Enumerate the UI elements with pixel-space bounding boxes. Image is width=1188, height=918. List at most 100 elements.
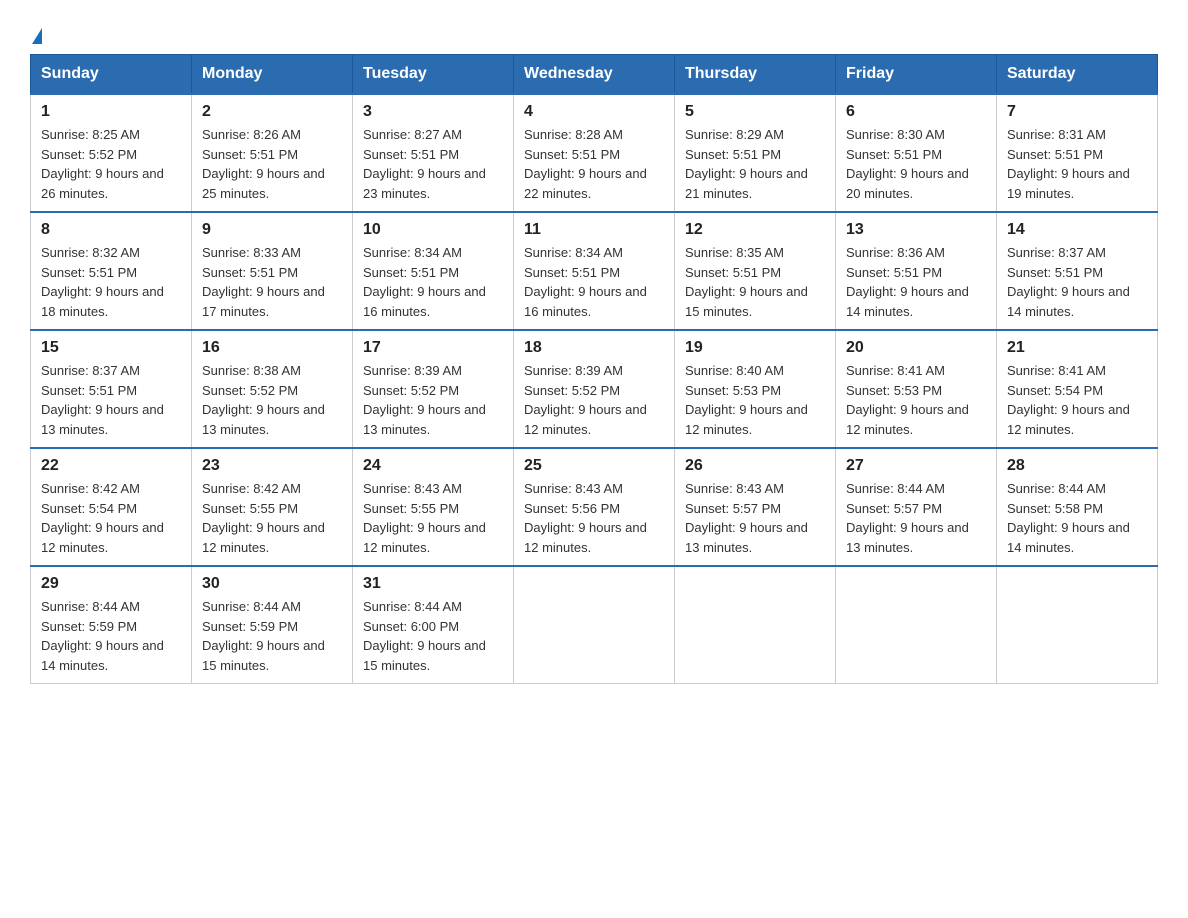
day-number: 9 (202, 221, 342, 239)
day-info: Sunrise: 8:43 AMSunset: 5:57 PMDaylight:… (685, 479, 825, 557)
calendar-cell: 8 Sunrise: 8:32 AMSunset: 5:51 PMDaylight… (31, 212, 192, 330)
day-number: 13 (846, 221, 986, 239)
day-info: Sunrise: 8:37 AMSunset: 5:51 PMDaylight:… (41, 361, 181, 439)
day-number: 17 (363, 339, 503, 357)
day-info: Sunrise: 8:41 AMSunset: 5:53 PMDaylight:… (846, 361, 986, 439)
days-of-week-row: SundayMondayTuesdayWednesdayThursdayFrid… (31, 55, 1158, 95)
day-info: Sunrise: 8:30 AMSunset: 5:51 PMDaylight:… (846, 125, 986, 203)
day-info: Sunrise: 8:27 AMSunset: 5:51 PMDaylight:… (363, 125, 503, 203)
calendar-cell: 22Sunrise: 8:42 AMSunset: 5:54 PMDayligh… (31, 448, 192, 566)
day-number: 10 (363, 221, 503, 239)
day-info: Sunrise: 8:37 AMSunset: 5:51 PMDaylight:… (1007, 243, 1147, 321)
day-number: 28 (1007, 457, 1147, 475)
calendar-week-3: 15 Sunrise: 8:37 AMSunset: 5:51 PMDayligh… (31, 330, 1158, 448)
day-number: 29 (41, 575, 181, 593)
day-info: Sunrise: 8:25 AMSunset: 5:52 PMDaylight:… (41, 125, 181, 203)
logo (30, 20, 42, 44)
calendar-cell (997, 566, 1158, 684)
day-info: Sunrise: 8:33 AMSunset: 5:51 PMDaylight:… (202, 243, 342, 321)
calendar-cell: 25Sunrise: 8:43 AMSunset: 5:56 PMDayligh… (514, 448, 675, 566)
day-number: 31 (363, 575, 503, 593)
calendar-cell: 31 Sunrise: 8:44 AMSunset: 6:00 PMDayligh… (353, 566, 514, 684)
day-number: 16 (202, 339, 342, 357)
day-info: Sunrise: 8:44 AMSunset: 5:58 PMDaylight:… (1007, 479, 1147, 557)
day-number: 18 (524, 339, 664, 357)
calendar-cell: 30 Sunrise: 8:44 AMSunset: 5:59 PMDayligh… (192, 566, 353, 684)
day-number: 15 (41, 339, 181, 357)
day-header-sunday: Sunday (31, 55, 192, 95)
calendar-cell: 23 Sunrise: 8:42 AMSunset: 5:55 PMDayligh… (192, 448, 353, 566)
day-number: 30 (202, 575, 342, 593)
day-info: Sunrise: 8:44 AMSunset: 6:00 PMDaylight:… (363, 597, 503, 675)
calendar-cell: 1 Sunrise: 8:25 AMSunset: 5:52 PMDaylight… (31, 94, 192, 212)
calendar-cell: 10Sunrise: 8:34 AMSunset: 5:51 PMDayligh… (353, 212, 514, 330)
calendar-cell: 18 Sunrise: 8:39 AMSunset: 5:52 PMDayligh… (514, 330, 675, 448)
day-info: Sunrise: 8:35 AMSunset: 5:51 PMDaylight:… (685, 243, 825, 321)
day-info: Sunrise: 8:44 AMSunset: 5:59 PMDaylight:… (202, 597, 342, 675)
day-number: 3 (363, 103, 503, 121)
day-header-friday: Friday (836, 55, 997, 95)
calendar-week-4: 22Sunrise: 8:42 AMSunset: 5:54 PMDayligh… (31, 448, 1158, 566)
calendar-table: SundayMondayTuesdayWednesdayThursdayFrid… (30, 54, 1158, 684)
calendar-cell: 26 Sunrise: 8:43 AMSunset: 5:57 PMDayligh… (675, 448, 836, 566)
day-info: Sunrise: 8:32 AMSunset: 5:51 PMDaylight:… (41, 243, 181, 321)
calendar-cell: 3 Sunrise: 8:27 AMSunset: 5:51 PMDaylight… (353, 94, 514, 212)
calendar-cell: 15 Sunrise: 8:37 AMSunset: 5:51 PMDayligh… (31, 330, 192, 448)
day-info: Sunrise: 8:44 AMSunset: 5:59 PMDaylight:… (41, 597, 181, 675)
day-info: Sunrise: 8:26 AMSunset: 5:51 PMDaylight:… (202, 125, 342, 203)
page-header (30, 20, 1158, 44)
calendar-cell: 24Sunrise: 8:43 AMSunset: 5:55 PMDayligh… (353, 448, 514, 566)
calendar-cell: 13 Sunrise: 8:36 AMSunset: 5:51 PMDayligh… (836, 212, 997, 330)
day-info: Sunrise: 8:41 AMSunset: 5:54 PMDaylight:… (1007, 361, 1147, 439)
calendar-week-5: 29 Sunrise: 8:44 AMSunset: 5:59 PMDayligh… (31, 566, 1158, 684)
calendar-body: 1 Sunrise: 8:25 AMSunset: 5:52 PMDaylight… (31, 94, 1158, 684)
day-number: 7 (1007, 103, 1147, 121)
day-number: 8 (41, 221, 181, 239)
day-number: 27 (846, 457, 986, 475)
day-number: 25 (524, 457, 664, 475)
day-header-thursday: Thursday (675, 55, 836, 95)
calendar-cell: 12 Sunrise: 8:35 AMSunset: 5:51 PMDayligh… (675, 212, 836, 330)
calendar-header: SundayMondayTuesdayWednesdayThursdayFrid… (31, 55, 1158, 95)
day-info: Sunrise: 8:40 AMSunset: 5:53 PMDaylight:… (685, 361, 825, 439)
day-info: Sunrise: 8:39 AMSunset: 5:52 PMDaylight:… (524, 361, 664, 439)
calendar-cell: 2 Sunrise: 8:26 AMSunset: 5:51 PMDaylight… (192, 94, 353, 212)
calendar-cell: 28 Sunrise: 8:44 AMSunset: 5:58 PMDayligh… (997, 448, 1158, 566)
calendar-cell (836, 566, 997, 684)
day-info: Sunrise: 8:42 AMSunset: 5:55 PMDaylight:… (202, 479, 342, 557)
logo-triangle-icon (32, 28, 42, 44)
calendar-cell: 21Sunrise: 8:41 AMSunset: 5:54 PMDayligh… (997, 330, 1158, 448)
day-number: 2 (202, 103, 342, 121)
calendar-cell: 5 Sunrise: 8:29 AMSunset: 5:51 PMDaylight… (675, 94, 836, 212)
calendar-week-1: 1 Sunrise: 8:25 AMSunset: 5:52 PMDaylight… (31, 94, 1158, 212)
day-info: Sunrise: 8:43 AMSunset: 5:55 PMDaylight:… (363, 479, 503, 557)
calendar-cell: 27Sunrise: 8:44 AMSunset: 5:57 PMDayligh… (836, 448, 997, 566)
calendar-cell (675, 566, 836, 684)
day-info: Sunrise: 8:28 AMSunset: 5:51 PMDaylight:… (524, 125, 664, 203)
calendar-cell (514, 566, 675, 684)
day-number: 6 (846, 103, 986, 121)
day-number: 5 (685, 103, 825, 121)
day-number: 23 (202, 457, 342, 475)
day-info: Sunrise: 8:36 AMSunset: 5:51 PMDaylight:… (846, 243, 986, 321)
day-info: Sunrise: 8:31 AMSunset: 5:51 PMDaylight:… (1007, 125, 1147, 203)
day-header-tuesday: Tuesday (353, 55, 514, 95)
calendar-cell: 17 Sunrise: 8:39 AMSunset: 5:52 PMDayligh… (353, 330, 514, 448)
calendar-cell: 16Sunrise: 8:38 AMSunset: 5:52 PMDayligh… (192, 330, 353, 448)
day-number: 4 (524, 103, 664, 121)
day-header-monday: Monday (192, 55, 353, 95)
calendar-cell: 6 Sunrise: 8:30 AMSunset: 5:51 PMDaylight… (836, 94, 997, 212)
day-info: Sunrise: 8:39 AMSunset: 5:52 PMDaylight:… (363, 361, 503, 439)
day-number: 11 (524, 221, 664, 239)
day-number: 14 (1007, 221, 1147, 239)
day-number: 22 (41, 457, 181, 475)
day-info: Sunrise: 8:34 AMSunset: 5:51 PMDaylight:… (524, 243, 664, 321)
day-header-saturday: Saturday (997, 55, 1158, 95)
day-number: 20 (846, 339, 986, 357)
day-number: 12 (685, 221, 825, 239)
day-number: 19 (685, 339, 825, 357)
day-info: Sunrise: 8:29 AMSunset: 5:51 PMDaylight:… (685, 125, 825, 203)
day-number: 26 (685, 457, 825, 475)
calendar-week-2: 8 Sunrise: 8:32 AMSunset: 5:51 PMDaylight… (31, 212, 1158, 330)
day-number: 1 (41, 103, 181, 121)
